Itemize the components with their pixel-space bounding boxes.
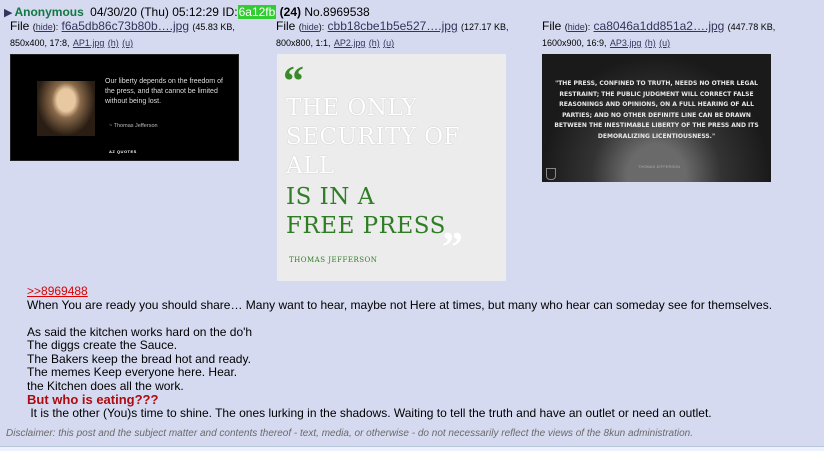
body-line: The diggs create the Sauce. xyxy=(27,338,178,352)
id-label: ID: xyxy=(222,5,238,19)
hide-link[interactable]: hide xyxy=(36,22,53,32)
file-1-info: File (hide): f6a5db86c73b80b….jpg (45.83… xyxy=(10,19,235,48)
file-label: File xyxy=(276,19,296,33)
thumb-3-quote: "THE PRESS, CONFINED TO TRUTH, NEEDS NO … xyxy=(554,80,759,140)
thumb-1-brand: AZ QUOTES xyxy=(109,149,137,154)
file-3-u-link[interactable]: (u) xyxy=(659,38,670,48)
file-1: File (hide): f6a5db86c73b80b….jpg (45.83… xyxy=(10,19,235,51)
post-body: >>8969488 When You are ready you should … xyxy=(27,284,773,420)
thumb-2-author: THOMAS JEFFERSON xyxy=(289,256,378,264)
file-3-info: File (hide): ca8046a1dd851a2….jpg (447.7… xyxy=(542,19,776,48)
disclaimer: Disclaimer: this post and the subject ma… xyxy=(6,428,693,439)
file-3-size: (447.78 KB, xyxy=(727,22,776,32)
body-line: As said the kitchen works hard on the do… xyxy=(27,324,253,339)
thumb-1-author: ~ Thomas Jefferson xyxy=(109,123,158,129)
file-label: File xyxy=(10,19,30,33)
quote-link[interactable]: >>8969488 xyxy=(27,284,88,298)
file-2-u-link[interactable]: (u) xyxy=(383,38,394,48)
thumb-2-line-4: IS IN A xyxy=(286,184,375,210)
file-2-name-link[interactable]: cbb18cbe1b5e527….jpg xyxy=(328,19,458,33)
post-count: (24) xyxy=(279,5,301,19)
thumb-2-line-2: SECURITY OF xyxy=(286,124,461,150)
body-line: The memes Keep everyone here. Hear. xyxy=(27,365,238,379)
file-2-orig-link[interactable]: AP2.jpg xyxy=(334,38,366,48)
thumb-2-line-1: THE ONLY xyxy=(286,95,418,121)
file-1-size: (45.83 KB, xyxy=(192,22,235,32)
post-datetime: 04/30/20 (Thu) 05:12:29 xyxy=(90,5,219,19)
post: ▶ Anonymous 04/30/20 (Thu) 05:12:29 ID:6a… xyxy=(0,0,824,447)
hide-link[interactable]: hide xyxy=(568,22,585,32)
file-2-h-link[interactable]: (h) xyxy=(369,38,380,48)
jefferson-portrait xyxy=(37,81,95,136)
close-quote-icon: ” xyxy=(442,225,463,271)
file-3-thumbnail[interactable]: "THE PRESS, CONFINED TO TRUTH, NEEDS NO … xyxy=(542,54,771,182)
body-line: the Kitchen does all the work. xyxy=(27,378,184,393)
post-number[interactable]: No.8969538 xyxy=(304,5,369,19)
file-1-name-link[interactable]: f6a5db86c73b80b….jpg xyxy=(62,19,189,33)
file-1-orig-link[interactable]: AP1.jpg xyxy=(73,38,105,48)
file-3-orig-link[interactable]: AP3.jpg xyxy=(610,38,642,48)
file-3-name-link[interactable]: ca8046a1dd851a2….jpg xyxy=(594,19,725,33)
thumb-1-quote: Our liberty depends on the freedom of th… xyxy=(105,78,223,105)
body-line: When You are ready you should share… Man… xyxy=(27,297,773,312)
file-2-size: (127.17 KB, xyxy=(461,22,509,32)
thumb-2-line-3: ALL xyxy=(286,153,335,179)
thumb-2-line-5: FREE PRESS xyxy=(286,213,446,239)
poster-name: Anonymous xyxy=(14,5,84,19)
file-3-h-link[interactable]: (h) xyxy=(645,38,656,48)
file-1-u-link[interactable]: (u) xyxy=(122,38,133,48)
file-3-dims: 1600x900, 16:9, xyxy=(542,38,607,48)
file-1-dims: 850x400, 17:8, xyxy=(10,38,70,48)
red-text-line: But who is eating??? xyxy=(27,392,159,407)
shield-icon xyxy=(546,168,556,180)
body-line: It is the other (You)s time to shine. Th… xyxy=(27,405,712,420)
file-1-h-link[interactable]: (h) xyxy=(108,38,119,48)
file-2-thumbnail[interactable]: “ THE ONLY SECURITY OF ALL IS IN A FREE … xyxy=(277,54,506,281)
file-label: File xyxy=(542,19,562,33)
file-2: File (hide): cbb18cbe1b5e527….jpg (127.1… xyxy=(276,19,509,51)
file-2-dims: 800x800, 1:1, xyxy=(276,38,331,48)
thumb-3-author: THOMAS JEFFERSON xyxy=(638,164,681,169)
body-line: The Bakers keep the bread hot and ready. xyxy=(27,351,251,366)
file-1-thumbnail[interactable]: Our liberty depends on the freedom of th… xyxy=(10,54,239,161)
file-3: File (hide): ca8046a1dd851a2….jpg (447.7… xyxy=(542,19,775,51)
file-2-info: File (hide): cbb18cbe1b5e527….jpg (127.1… xyxy=(276,19,509,48)
poster-id[interactable]: 6a12fb xyxy=(237,5,277,19)
hide-link[interactable]: hide xyxy=(302,22,319,32)
